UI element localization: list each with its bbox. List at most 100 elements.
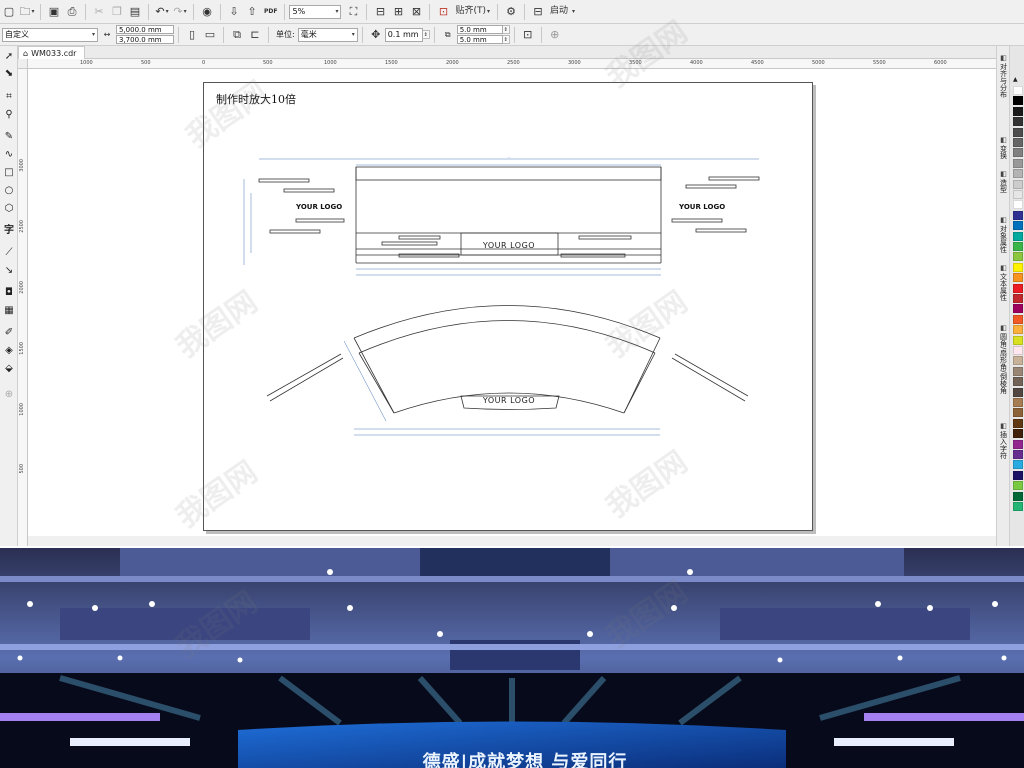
color-swatch[interactable] [1013, 158, 1023, 168]
document-tab[interactable]: ⌂ WM033.cdr [18, 46, 86, 59]
crop-tool-icon[interactable]: ⌗ [2, 90, 16, 104]
color-swatch[interactable] [1013, 273, 1023, 283]
new-document-icon[interactable]: ▢ [1, 3, 17, 21]
launch-app-icon[interactable]: ⊟ [530, 3, 546, 21]
snap-to-icon[interactable]: ⊡ [435, 3, 451, 21]
color-swatch[interactable] [1013, 460, 1023, 470]
import-icon[interactable]: ⇩ [226, 3, 242, 21]
color-swatch[interactable] [1013, 138, 1023, 147]
color-swatch[interactable] [1013, 366, 1023, 376]
color-swatch[interactable] [1013, 304, 1023, 314]
pick-tool-icon[interactable]: ➚ [2, 50, 16, 64]
docker-tab[interactable]: ◧ 对齐与分布 [998, 54, 1009, 98]
docker-tab[interactable]: ◧ 插入字符 [998, 422, 1009, 459]
docker-tab[interactable]: ◧ 变换 [998, 136, 1009, 159]
color-swatch[interactable] [1013, 190, 1023, 199]
color-swatch[interactable] [1013, 96, 1023, 106]
vertical-ruler[interactable]: 3000 2500 2000 1500 1000 500 [18, 69, 28, 546]
drawing-page[interactable]: 制作时放大10倍 YOUR LOGO YOUR LOGO YOUR LOGO —… [203, 82, 813, 531]
current-page-icon[interactable]: ⊏ [247, 26, 263, 44]
color-swatch[interactable] [1013, 356, 1023, 366]
page-width-field[interactable]: 5,000.0 mm [116, 25, 174, 34]
publish-pdf-button[interactable]: PDF [262, 3, 279, 21]
color-swatch[interactable] [1013, 398, 1023, 407]
zoom-tool-icon[interactable]: ⚲ [2, 108, 16, 122]
duplicate-x-field[interactable]: 5.0 mm [456, 25, 503, 34]
docker-tab[interactable]: ◧ 文本属性 [998, 264, 1009, 301]
text-tool-icon[interactable]: 字 [2, 224, 16, 238]
show-grid-icon[interactable]: ⊞ [390, 3, 406, 21]
color-swatch[interactable] [1013, 283, 1023, 293]
color-swatch[interactable] [1013, 470, 1023, 480]
page-height-field[interactable]: 3,700.0 mm [116, 35, 174, 44]
shape-tool-icon[interactable]: ⬊ [2, 67, 16, 81]
portrait-icon[interactable]: ▯ [184, 26, 200, 44]
color-swatch[interactable] [1013, 408, 1023, 418]
save-icon[interactable]: ▣ [46, 3, 62, 21]
quick-customize-icon[interactable]: ⊕ [547, 26, 563, 44]
docker-tab[interactable]: ◧ 造型 [998, 170, 1009, 193]
paste-icon[interactable]: ▤ [127, 3, 143, 21]
color-swatch[interactable] [1013, 127, 1023, 137]
color-swatch[interactable] [1013, 242, 1023, 251]
color-swatch[interactable] [1013, 325, 1023, 335]
color-swatch[interactable] [1013, 439, 1023, 449]
ruler-origin[interactable] [18, 59, 28, 69]
rectangle-tool-icon[interactable]: □ [2, 166, 16, 180]
home-icon[interactable]: ⌂ [23, 49, 28, 58]
polygon-tool-icon[interactable]: ⬡ [2, 202, 16, 216]
stage-elevation[interactable]: YOUR LOGO YOUR LOGO YOUR LOGO — [243, 155, 760, 276]
copy-icon[interactable]: ❐ [109, 3, 125, 21]
color-swatch[interactable] [1013, 346, 1023, 355]
cut-icon[interactable]: ✂ [91, 3, 107, 21]
add-tool-icon[interactable]: ⊕ [2, 388, 16, 402]
ellipse-tool-icon[interactable]: ○ [2, 184, 16, 198]
show-rulers-icon[interactable]: ⊟ [372, 3, 388, 21]
drop-shadow-icon[interactable]: ◘ [2, 286, 16, 300]
color-swatch[interactable] [1013, 429, 1023, 439]
units-select[interactable]: 毫米 ▾ [297, 27, 358, 42]
color-swatch[interactable] [1013, 335, 1023, 345]
interactive-fill-icon[interactable]: ◈ [2, 344, 16, 358]
artistic-media-icon[interactable]: ∿ [2, 148, 16, 162]
color-swatch[interactable] [1013, 117, 1023, 127]
print-icon[interactable]: ⎙ [64, 3, 80, 21]
docker-tab[interactable]: ◧ 圆角/扇形角/倒棱角 [998, 324, 1009, 394]
color-swatch[interactable] [1013, 418, 1023, 428]
connector-tool-icon[interactable]: ↘ [2, 264, 16, 278]
treat-as-filled-icon[interactable]: ⊡ [520, 26, 536, 44]
docker-tab[interactable]: ◧ 对象属性 [998, 216, 1009, 253]
nudge-distance-field[interactable]: 0.1 mm [384, 27, 423, 42]
color-swatch[interactable] [1013, 377, 1023, 387]
smart-fill-icon[interactable]: ⬙ [2, 362, 16, 376]
search-content-icon[interactable]: ◉ [199, 3, 215, 21]
launch-button[interactable]: 启动 ▾ [548, 3, 577, 21]
snap-to-button[interactable]: 贴齐(T) ▾ [453, 3, 492, 21]
nudge-spinner[interactable]: ⇕ [422, 30, 430, 39]
color-swatch[interactable] [1013, 387, 1023, 397]
zoom-level-select[interactable]: 5% ▾ [289, 4, 342, 19]
color-swatch[interactable] [1013, 491, 1023, 501]
color-swatch[interactable] [1013, 200, 1023, 210]
horizontal-scrollbar[interactable] [28, 536, 996, 546]
horizontal-ruler[interactable]: 1000 500 0 500 1000 1500 2000 2500 3000 3500 4000 4… [28, 59, 996, 69]
undo-icon[interactable]: ↶ ▾ [154, 3, 170, 21]
color-swatch[interactable] [1013, 210, 1023, 220]
color-swatch[interactable] [1013, 262, 1023, 272]
options-gear-icon[interactable]: ⚙ [503, 3, 519, 21]
full-screen-icon[interactable]: ⛶ [345, 3, 361, 21]
color-swatch[interactable] [1013, 450, 1023, 459]
color-swatch[interactable] [1013, 314, 1023, 324]
open-folder-icon[interactable]: 🗀 ▾ [19, 3, 35, 21]
color-swatch[interactable] [1013, 502, 1023, 511]
color-swatch[interactable] [1013, 221, 1023, 231]
landscape-icon[interactable]: ▭ [202, 26, 218, 44]
duplicate-x-spinner[interactable]: ⇕ [502, 25, 510, 34]
color-swatch[interactable] [1013, 106, 1023, 116]
stage-plan[interactable]: YOUR LOGO [266, 305, 749, 436]
freehand-tool-icon[interactable]: ✎ [2, 130, 16, 144]
all-pages-icon[interactable]: ⧉ [229, 26, 245, 44]
color-swatch[interactable] [1013, 179, 1023, 189]
color-swatch[interactable] [1013, 252, 1023, 262]
color-swatch[interactable] [1013, 481, 1023, 491]
